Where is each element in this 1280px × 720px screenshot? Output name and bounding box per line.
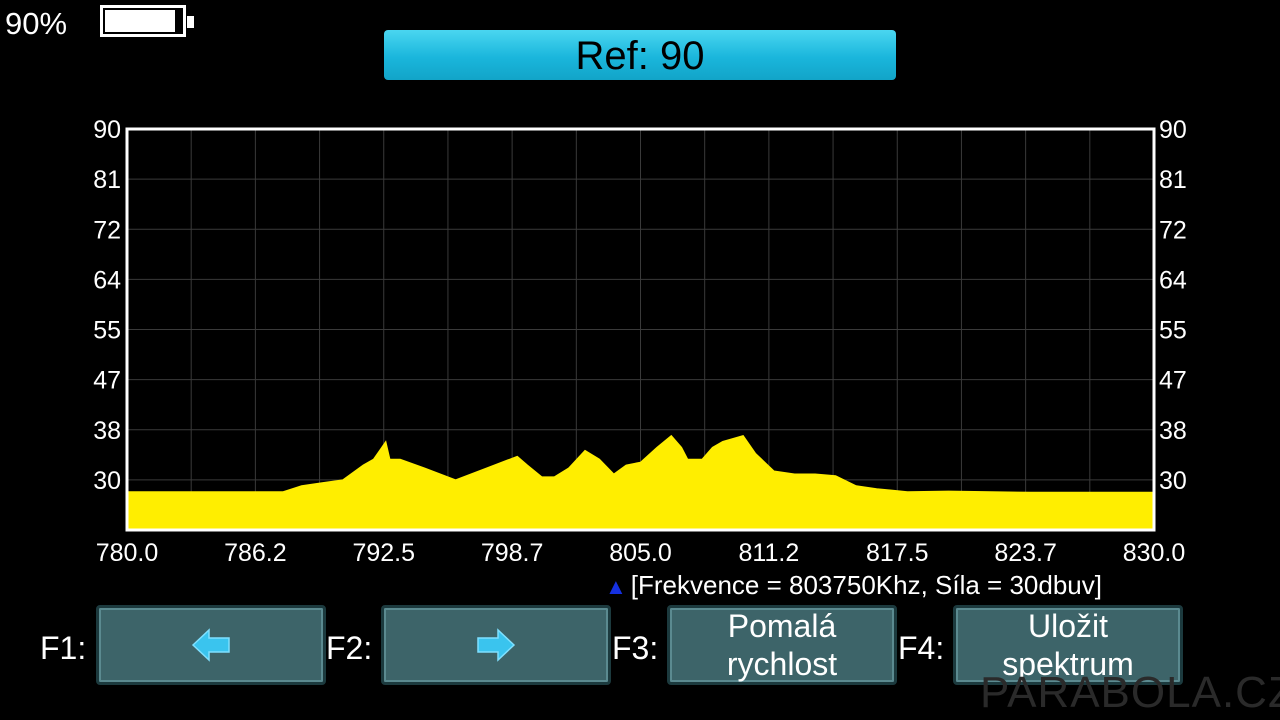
x-tick-label: 805.0 [609,539,672,567]
y-tick-label-left: 38 [93,417,121,445]
marker-readout: [Frekvence = 803750Khz, Síla = 30dbuv] [630,570,1102,600]
y-tick-label-right: 30 [1159,467,1187,495]
f2-key-label: F2: [326,630,373,666]
y-tick-label-left: 64 [93,266,121,294]
y-tick-label-right: 55 [1159,317,1187,345]
y-tick-label-right: 81 [1159,166,1187,194]
x-tick-label: 786.2 [224,539,287,567]
arrow-left-icon [191,628,231,662]
y-tick-label-left: 72 [93,216,121,244]
y-tick-label-right: 64 [1159,266,1187,294]
y-tick-label-left: 30 [93,467,121,495]
y-tick-label-left: 81 [93,166,121,194]
y-tick-label-right: 38 [1159,417,1187,445]
arrow-right-icon [476,628,516,662]
f3-label-line2: rychlost [726,646,838,682]
y-tick-label-left: 55 [93,317,121,345]
x-tick-label: 811.2 [739,539,800,567]
marker-status: ▲ [Frekvence = 803750Khz, Síla = 30dbuv] [605,570,1102,601]
f4-key-label: F4: [898,630,945,666]
f2-right-button[interactable] [381,605,611,685]
f4-label-line1: Uložit [1027,608,1108,644]
x-tick-label: 792.5 [352,539,415,567]
f3-slow-speed-button[interactable]: Pomalá rychlost [667,605,897,685]
x-tick-label: 798.7 [481,539,544,567]
marker-triangle-icon: ▲ [605,574,627,599]
f1-key-label: F1: [40,630,87,666]
x-tick-label: 830.0 [1123,539,1186,567]
y-tick-label-left: 90 [93,116,121,144]
f1-left-button[interactable] [96,605,326,685]
y-tick-label-right: 90 [1159,116,1187,144]
y-tick-label-right: 72 [1159,216,1187,244]
x-tick-label: 780.0 [96,539,159,567]
x-tick-label: 817.5 [866,539,929,567]
f3-label-line1: Pomalá [727,608,837,644]
y-tick-label-left: 47 [93,367,121,395]
f3-key-label: F3: [612,630,659,666]
y-tick-label-right: 47 [1159,367,1187,395]
watermark: PARABOLA.CZ [980,668,1280,717]
x-tick-label: 823.7 [994,539,1057,567]
